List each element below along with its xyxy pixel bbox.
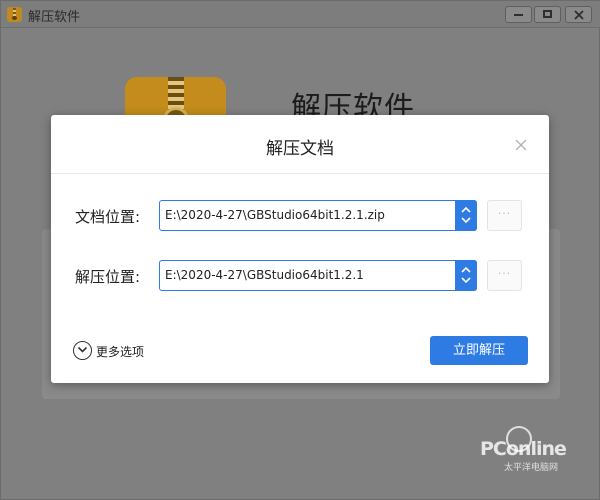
chevron-down-circle-icon	[73, 341, 92, 360]
up-down-chevron-icon	[461, 206, 471, 224]
title-bar[interactable]: 解压软件	[1, 1, 600, 28]
watermark-text: PConline	[480, 438, 567, 460]
ellipsis-icon: ···	[497, 207, 512, 220]
maximize-button[interactable]	[534, 6, 561, 23]
minimize-button[interactable]	[505, 6, 532, 23]
archive-browse-button[interactable]: ···	[487, 200, 522, 231]
watermark-subtitle: 太平洋电脑网	[504, 463, 559, 473]
watermark-logo: PConline 太平洋电脑网	[478, 426, 588, 476]
close-icon	[574, 10, 584, 20]
extract-now-button[interactable]: 立即解压	[430, 336, 528, 365]
extract-path-value[interactable]: E:\2020-4-27\GBStudio64bit1.2.1	[165, 268, 364, 282]
more-options-label: 更多选项	[96, 345, 145, 359]
extract-path-field[interactable]: E:\2020-4-27\GBStudio64bit1.2.1	[159, 260, 477, 291]
archive-path-dropdown[interactable]	[455, 200, 477, 231]
dialog-header: 解压文档	[51, 115, 549, 174]
window-title: 解压软件	[28, 10, 81, 25]
archive-icon	[7, 7, 22, 22]
archive-path-field[interactable]: E:\2020-4-27\GBStudio64bit1.2.1.zip	[159, 200, 477, 231]
up-down-chevron-icon	[461, 266, 471, 284]
archive-path-label: 文档位置:	[75, 208, 141, 226]
extract-path-dropdown[interactable]	[455, 260, 477, 291]
archive-path-value[interactable]: E:\2020-4-27\GBStudio64bit1.2.1.zip	[165, 208, 385, 222]
close-icon	[515, 139, 527, 151]
ellipsis-icon: ···	[497, 267, 512, 280]
extract-browse-button[interactable]: ···	[487, 260, 522, 291]
extract-path-label: 解压位置:	[75, 268, 141, 286]
extract-dialog: 解压文档 文档位置: E:\2020-4-27\GBStudio64bit1.2…	[51, 115, 549, 383]
dialog-title: 解压文档	[266, 139, 334, 159]
window-close-button[interactable]	[565, 6, 592, 23]
dialog-close-button[interactable]	[513, 137, 529, 153]
